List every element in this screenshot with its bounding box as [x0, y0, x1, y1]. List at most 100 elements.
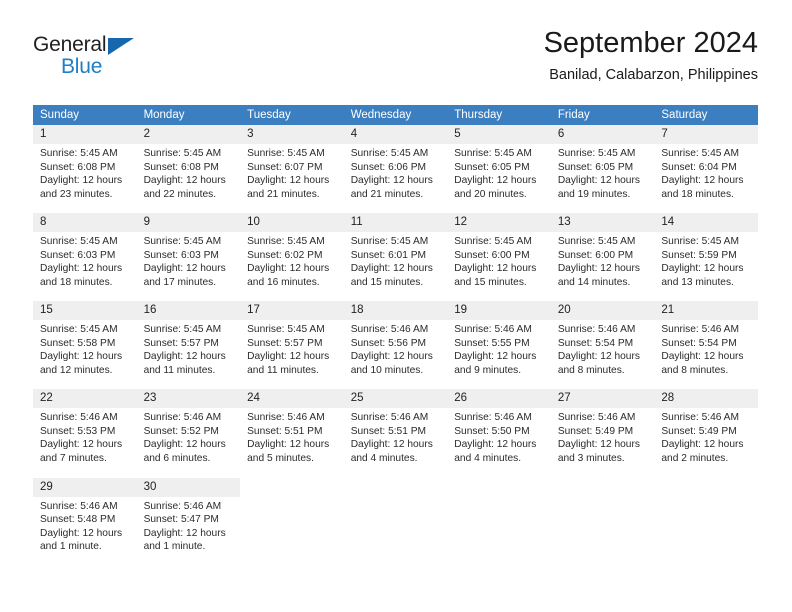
calendar-day-cell[interactable]: 7 Sunrise: 5:45 AM Sunset: 6:04 PM Daylight…: [654, 125, 758, 203]
calendar-page: General Blue September 2024 Banilad, Cal…: [0, 0, 792, 612]
sunrise-time: Sunrise: 5:46 AM: [454, 324, 532, 335]
day-number: 30: [136, 477, 241, 497]
calendar-day-cell[interactable]: 13 Sunrise: 5:45 AM Sunset: 6:00 PM Dayligh…: [550, 213, 655, 291]
day-number: [654, 478, 758, 497]
day-details: Sunrise: 5:45 AM Sunset: 6:05 PM Daylight:…: [447, 144, 551, 201]
sunset-time: Sunset: 6:08 PM: [40, 161, 116, 173]
calendar-day-cell[interactable]: 1 Sunrise: 5:45 AM Sunset: 6:08 PM Daylight…: [33, 125, 137, 203]
sunrise-time: Sunrise: 5:45 AM: [454, 236, 532, 247]
daylight-duration-line2: and 6 minutes.: [143, 452, 211, 464]
day-number: 1: [33, 125, 137, 144]
daylight-duration-line2: and 9 minutes.: [454, 364, 522, 376]
calendar-day-cell[interactable]: 27 Sunrise: 5:46 AM Sunset: 5:49 PM Dayligh…: [550, 389, 655, 467]
sunrise-time: Sunrise: 5:46 AM: [661, 412, 739, 423]
daylight-duration-line2: and 4 minutes.: [350, 452, 418, 464]
weekday-header-monday: Monday: [136, 105, 241, 125]
day-number: 19: [447, 301, 551, 320]
sunset-time: Sunset: 5:49 PM: [557, 425, 634, 437]
calendar-day-cell[interactable]: 8 Sunrise: 5:45 AM Sunset: 6:03 PM Daylight…: [33, 213, 137, 291]
day-details: Sunrise: 5:46 AM Sunset: 5:50 PM Daylight:…: [447, 408, 551, 465]
week-spacer-cell: [33, 379, 758, 389]
sunset-time: Sunset: 5:53 PM: [40, 425, 116, 437]
calendar-day-cell[interactable]: 22 Sunrise: 5:46 AM Sunset: 5:53 PM Dayligh…: [33, 389, 137, 467]
calendar-day-cell[interactable]: 24 Sunrise: 5:46 AM Sunset: 5:51 PM Dayligh…: [240, 389, 344, 467]
week-spacer: [33, 291, 758, 301]
daylight-duration-line1: Daylight: 12 hours: [247, 439, 330, 451]
daylight-duration-line2: and 1 minute.: [143, 541, 206, 553]
calendar-day-cell[interactable]: 10 Sunrise: 5:45 AM Sunset: 6:02 PM Dayligh…: [240, 213, 344, 291]
sunrise-time: Sunrise: 5:45 AM: [661, 148, 739, 159]
calendar-day-cell[interactable]: 4 Sunrise: 5:45 AM Sunset: 6:06 PM Daylight…: [343, 125, 448, 203]
general-blue-logo: General Blue: [33, 33, 163, 81]
daylight-duration-line1: Daylight: 12 hours: [661, 439, 744, 451]
page-title: September 2024: [543, 27, 758, 59]
sunset-time: Sunset: 6:03 PM: [40, 249, 116, 261]
day-number: 23: [136, 389, 241, 408]
calendar-day-cell[interactable]: 17 Sunrise: 5:45 AM Sunset: 5:57 PM Dayligh…: [240, 301, 344, 379]
daylight-duration-line2: and 10 minutes.: [350, 364, 424, 376]
calendar-day-cell[interactable]: 9 Sunrise: 5:45 AM Sunset: 6:03 PM Daylight…: [136, 213, 241, 291]
calendar-day-cell[interactable]: 2 Sunrise: 5:45 AM Sunset: 6:08 PM Daylight…: [136, 125, 241, 203]
weekday-header-sunday: Sunday: [33, 105, 137, 125]
daylight-duration-line2: and 7 minutes.: [40, 452, 107, 464]
calendar-day-cell[interactable]: 29 Sunrise: 5:46 AM Sunset: 5:48 PM Dayligh…: [33, 477, 137, 556]
daylight-duration-line2: and 23 minutes.: [40, 188, 113, 200]
calendar-day-cell[interactable]: 23 Sunrise: 5:46 AM Sunset: 5:52 PM Dayligh…: [136, 389, 241, 467]
sunrise-time: Sunrise: 5:45 AM: [247, 324, 325, 335]
calendar-day-cell[interactable]: 18 Sunrise: 5:46 AM Sunset: 5:56 PM Dayligh…: [343, 301, 448, 379]
location-subtitle: Banilad, Calabarzon, Philippines: [549, 67, 758, 83]
sunset-time: Sunset: 5:49 PM: [661, 425, 737, 437]
day-details: Sunrise: 5:46 AM Sunset: 5:52 PM Daylight:…: [137, 408, 241, 465]
sunset-time: Sunset: 6:08 PM: [143, 161, 219, 173]
sunrise-time: Sunrise: 5:46 AM: [557, 412, 636, 423]
calendar-day-cell[interactable]: 6 Sunrise: 5:45 AM Sunset: 6:05 PM Daylight…: [550, 125, 655, 203]
sunrise-time: Sunrise: 5:45 AM: [247, 148, 325, 159]
day-number: [343, 478, 448, 497]
calendar-day-cell[interactable]: 11 Sunrise: 5:45 AM Sunset: 6:01 PM Dayligh…: [343, 213, 448, 291]
weekday-header-friday: Friday: [550, 105, 655, 125]
calendar-day-cell-empty: [654, 477, 758, 556]
calendar-day-cell[interactable]: 3 Sunrise: 5:45 AM Sunset: 6:07 PM Daylight…: [240, 125, 344, 203]
sunrise-time: Sunrise: 5:46 AM: [350, 412, 429, 423]
day-number: 18: [343, 301, 448, 320]
day-number: [550, 478, 655, 497]
day-details: Sunrise: 5:46 AM Sunset: 5:49 PM Daylight:…: [654, 408, 758, 465]
day-details: Sunrise: 5:45 AM Sunset: 6:02 PM Daylight:…: [240, 232, 344, 289]
calendar-day-cell[interactable]: 14 Sunrise: 5:45 AM Sunset: 5:59 PM Dayligh…: [654, 213, 758, 291]
daylight-duration-line2: and 22 minutes.: [143, 188, 217, 200]
sunset-time: Sunset: 6:07 PM: [247, 161, 323, 173]
calendar-day-cell[interactable]: 30 Sunrise: 5:46 AM Sunset: 5:47 PM Dayligh…: [136, 477, 241, 556]
day-details: Sunrise: 5:46 AM Sunset: 5:55 PM Daylight:…: [447, 320, 551, 377]
calendar-week-row: 15 Sunrise: 5:45 AM Sunset: 5:58 PM Dayligh…: [33, 301, 758, 379]
daylight-duration-line2: and 4 minutes.: [454, 452, 522, 464]
calendar-week-row: 22 Sunrise: 5:46 AM Sunset: 5:53 PM Dayligh…: [33, 389, 758, 467]
calendar-day-cell[interactable]: 12 Sunrise: 5:45 AM Sunset: 6:00 PM Dayligh…: [447, 213, 551, 291]
calendar-day-cell[interactable]: 21 Sunrise: 5:46 AM Sunset: 5:54 PM Dayligh…: [654, 301, 758, 379]
sunset-time: Sunset: 5:54 PM: [557, 337, 634, 349]
sunset-time: Sunset: 5:47 PM: [143, 514, 219, 526]
day-details: Sunrise: 5:46 AM Sunset: 5:48 PM Daylight:…: [33, 497, 137, 554]
day-number: 3: [240, 125, 344, 144]
day-number: 17: [240, 301, 344, 320]
calendar-day-cell[interactable]: 28 Sunrise: 5:46 AM Sunset: 5:49 PM Dayligh…: [654, 389, 758, 467]
day-number: 26: [447, 389, 551, 408]
day-number: 6: [550, 125, 655, 144]
day-details: Sunrise: 5:45 AM Sunset: 6:04 PM Daylight:…: [654, 144, 758, 201]
calendar-day-cell-empty: [240, 477, 344, 556]
sunrise-time: Sunrise: 5:45 AM: [557, 148, 636, 159]
calendar-day-cell-empty: [447, 477, 551, 556]
day-number: 24: [240, 389, 344, 408]
day-details: Sunrise: 5:45 AM Sunset: 5:57 PM Daylight:…: [137, 320, 241, 377]
sunset-time: Sunset: 6:05 PM: [454, 161, 530, 173]
calendar-day-cell[interactable]: 19 Sunrise: 5:46 AM Sunset: 5:55 PM Dayligh…: [447, 301, 551, 379]
calendar-day-cell[interactable]: 25 Sunrise: 5:46 AM Sunset: 5:51 PM Dayligh…: [343, 389, 448, 467]
day-number: 5: [447, 125, 551, 144]
calendar-day-cell[interactable]: 20 Sunrise: 5:46 AM Sunset: 5:54 PM Dayligh…: [550, 301, 655, 379]
calendar-day-cell[interactable]: 5 Sunrise: 5:45 AM Sunset: 6:05 PM Daylight…: [447, 125, 551, 203]
daylight-duration-line1: Daylight: 12 hours: [350, 175, 433, 187]
calendar-day-cell[interactable]: 16 Sunrise: 5:45 AM Sunset: 5:57 PM Dayligh…: [136, 301, 241, 379]
sunrise-time: Sunrise: 5:46 AM: [661, 324, 739, 335]
calendar-day-cell[interactable]: 15 Sunrise: 5:45 AM Sunset: 5:58 PM Dayligh…: [33, 301, 137, 379]
calendar-day-cell-empty: [343, 477, 448, 556]
calendar-day-cell[interactable]: 26 Sunrise: 5:46 AM Sunset: 5:50 PM Dayligh…: [447, 389, 551, 467]
